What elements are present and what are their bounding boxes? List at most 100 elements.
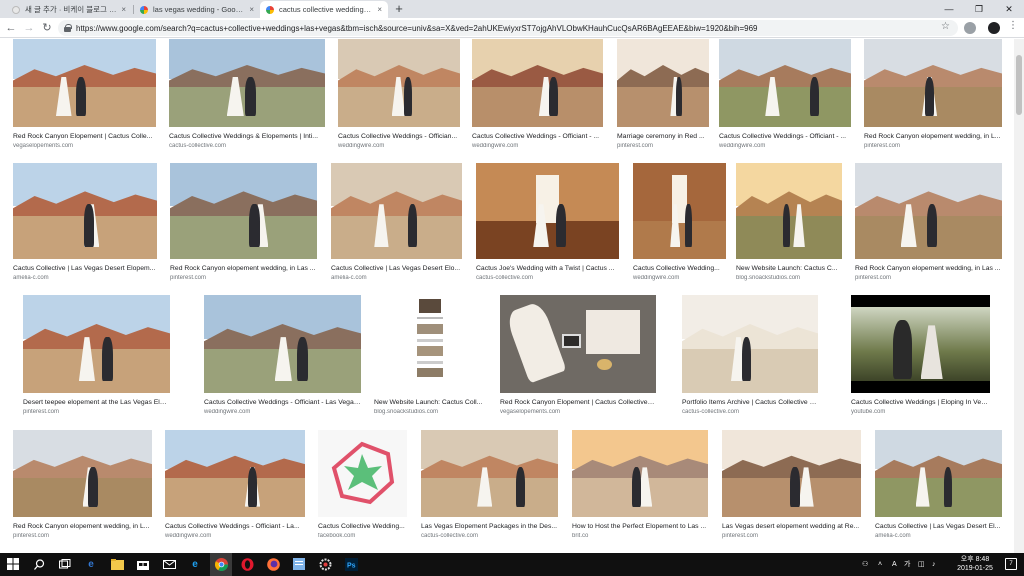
result-caption[interactable]: Las Vegas desert elopement wedding at Re… bbox=[722, 523, 861, 530]
settings-icon[interactable] bbox=[318, 557, 332, 571]
result-thumbnail[interactable] bbox=[13, 430, 152, 517]
result-caption[interactable]: Cactus Collective Weddings - Offician... bbox=[338, 133, 460, 140]
url-text[interactable]: https://www.google.com/search?q=cactus+c… bbox=[76, 24, 758, 33]
opera-icon[interactable] bbox=[240, 557, 254, 571]
close-tab-icon[interactable]: × bbox=[121, 5, 126, 14]
result-thumbnail[interactable] bbox=[617, 39, 709, 127]
result-caption[interactable]: Cactus Collective Weddings & Elopements … bbox=[169, 133, 325, 140]
scrollbar-thumb[interactable] bbox=[1016, 55, 1022, 115]
result-caption[interactable]: Cactus Collective Wedding... bbox=[633, 265, 726, 272]
close-window-button[interactable]: ✕ bbox=[994, 0, 1024, 18]
tray-lang-indicator[interactable]: A bbox=[892, 553, 897, 576]
tray-up-arrow-icon[interactable]: ˄ bbox=[878, 553, 882, 576]
image-result[interactable]: Cactus Collective Wedding... weddingwire.… bbox=[633, 163, 726, 281]
result-thumbnail[interactable] bbox=[23, 295, 170, 393]
image-result[interactable]: Cactus Collective Weddings | Eloping In … bbox=[851, 295, 990, 415]
image-result[interactable]: Red Rock Canyon Elopement | Cactus Colle… bbox=[500, 295, 656, 415]
chrome-icon[interactable] bbox=[214, 557, 228, 571]
result-caption[interactable]: Cactus Collective Weddings | Eloping In … bbox=[851, 399, 990, 406]
result-caption[interactable]: Cactus Collective | Las Vegas Desert Elo… bbox=[13, 265, 157, 272]
image-result[interactable]: Portfolio Items Archive | Cactus Collect… bbox=[682, 295, 818, 415]
result-caption[interactable]: Red Rock Canyon elopement wedding, in L.… bbox=[13, 523, 152, 530]
image-result[interactable]: New Website Launch: Cactus Coll... blog.s… bbox=[374, 295, 486, 415]
result-thumbnail[interactable] bbox=[851, 295, 990, 393]
image-result[interactable]: Red Rock Canyon Elopement | Cactus Colle… bbox=[13, 39, 156, 149]
result-caption[interactable]: New Website Launch: Cactus Coll... bbox=[374, 399, 486, 406]
result-caption[interactable]: Red Rock Canyon Elopement | Cactus Colle… bbox=[500, 399, 656, 406]
image-result[interactable]: Cactus Collective Weddings - Officiant -… bbox=[204, 295, 361, 415]
result-caption[interactable]: Cactus Collective Weddings - Officiant -… bbox=[204, 399, 361, 406]
task-view-icon[interactable] bbox=[58, 557, 72, 571]
image-result[interactable]: Red Rock Canyon elopement wedding, in L.… bbox=[13, 430, 152, 539]
result-caption[interactable]: Red Rock Canyon elopement wedding, in La… bbox=[170, 265, 317, 272]
image-result[interactable]: Cactus Collective Weddings - Officiant -… bbox=[472, 39, 603, 149]
result-caption[interactable]: Marriage ceremony in Red ... bbox=[617, 133, 709, 140]
result-caption[interactable]: Red Rock Canyon elopement wedding, in La… bbox=[855, 265, 1002, 272]
edge-icon[interactable]: e bbox=[84, 557, 98, 571]
file-explorer-icon[interactable] bbox=[110, 557, 124, 571]
result-thumbnail[interactable] bbox=[374, 295, 486, 393]
result-caption[interactable]: Cactus Collective Weddings - Officiant -… bbox=[719, 133, 851, 140]
result-thumbnail[interactable] bbox=[572, 430, 708, 517]
result-caption[interactable]: New Website Launch: Cactus C... bbox=[736, 265, 842, 272]
result-thumbnail[interactable] bbox=[722, 430, 861, 517]
result-thumbnail[interactable] bbox=[736, 163, 842, 259]
maximize-button[interactable]: ❐ bbox=[964, 0, 994, 18]
result-thumbnail[interactable] bbox=[875, 430, 1002, 517]
image-result[interactable]: Cactus Joe's Wedding with a Twist | Cact… bbox=[476, 163, 619, 281]
close-tab-icon[interactable]: × bbox=[249, 5, 254, 14]
result-thumbnail[interactable] bbox=[318, 430, 407, 517]
result-caption[interactable]: Red Rock Canyon elopement wedding, in L.… bbox=[864, 133, 1002, 140]
extension-icon[interactable] bbox=[964, 22, 976, 34]
image-result[interactable]: Cactus Collective Weddings - Offician...… bbox=[338, 39, 460, 149]
result-caption[interactable]: Cactus Collective | Las Vegas Desert El.… bbox=[875, 523, 1002, 530]
image-result[interactable]: New Website Launch: Cactus C... blog.snoa… bbox=[736, 163, 842, 281]
tray-ime-indicator[interactable]: 가 bbox=[904, 553, 910, 576]
result-thumbnail[interactable] bbox=[472, 39, 603, 127]
image-result[interactable]: Cactus Collective | Las Vegas Desert Elo… bbox=[331, 163, 462, 281]
image-result[interactable]: Red Rock Canyon elopement wedding, in La… bbox=[855, 163, 1002, 281]
result-caption[interactable]: Portfolio Items Archive | Cactus Collect… bbox=[682, 399, 818, 406]
image-result[interactable]: Desert teepee elopement at the Las Vegas… bbox=[23, 295, 170, 415]
system-clock[interactable]: 오후 8:48 2019-01-25 bbox=[950, 555, 1000, 573]
bookmark-star-icon[interactable]: ☆ bbox=[941, 21, 950, 32]
image-result[interactable]: Las Vegas desert elopement wedding at Re… bbox=[722, 430, 861, 539]
result-thumbnail[interactable] bbox=[476, 163, 619, 259]
image-result[interactable]: Cactus Collective | Las Vegas Desert Elo… bbox=[13, 163, 157, 281]
result-thumbnail[interactable] bbox=[421, 430, 558, 517]
image-result[interactable]: Cactus Collective | Las Vegas Desert El.… bbox=[875, 430, 1002, 539]
result-thumbnail[interactable] bbox=[13, 39, 156, 127]
ie-icon[interactable]: e bbox=[188, 557, 202, 571]
result-caption[interactable]: Cactus Joe's Wedding with a Twist | Cact… bbox=[476, 265, 619, 272]
search-icon[interactable] bbox=[32, 557, 46, 571]
store-icon[interactable] bbox=[136, 557, 150, 571]
windows-start-icon[interactable] bbox=[6, 557, 20, 571]
volume-icon[interactable]: ♪ bbox=[932, 553, 936, 576]
tab-las-vegas-wedding[interactable]: las vegas wedding - Google 검 × bbox=[134, 1, 260, 18]
image-result[interactable]: Cactus Collective Weddings & Elopements … bbox=[169, 39, 325, 149]
result-thumbnail[interactable] bbox=[165, 430, 305, 517]
new-tab-button[interactable]: + bbox=[392, 2, 406, 16]
result-caption[interactable]: Las Vegas Elopement Packages in the Des.… bbox=[421, 523, 558, 530]
result-caption[interactable]: Cactus Collective Weddings - Officiant -… bbox=[472, 133, 603, 140]
scrollbar[interactable] bbox=[1014, 39, 1024, 553]
address-bar[interactable]: https://www.google.com/search?q=cactus+c… bbox=[58, 20, 958, 36]
back-button[interactable]: ← bbox=[4, 21, 18, 35]
result-thumbnail[interactable] bbox=[719, 39, 851, 127]
result-caption[interactable]: How to Host the Perfect Elopement to Las… bbox=[572, 523, 708, 530]
notes-icon[interactable] bbox=[292, 557, 306, 571]
people-icon[interactable]: ⚇ bbox=[862, 553, 868, 576]
image-result[interactable]: Red Rock Canyon elopement wedding, in La… bbox=[170, 163, 317, 281]
result-thumbnail[interactable] bbox=[331, 163, 462, 259]
profile-avatar-icon[interactable] bbox=[988, 22, 1000, 34]
tab-blog[interactable]: 새 글 추가 · 비케이 블로그 — 워 × bbox=[6, 1, 132, 18]
firefox-icon[interactable] bbox=[266, 557, 280, 571]
result-caption[interactable]: Cactus Collective Wedding... bbox=[318, 523, 407, 530]
image-result[interactable]: How to Host the Perfect Elopement to Las… bbox=[572, 430, 708, 539]
image-result[interactable]: Cactus Collective Wedding... facebook.com bbox=[318, 430, 407, 539]
image-result[interactable]: Red Rock Canyon elopement wedding, in L.… bbox=[864, 39, 1002, 149]
tab-cactus-collective[interactable]: cactus collective weddings las v × bbox=[260, 1, 388, 18]
mail-icon[interactable] bbox=[162, 557, 176, 571]
forward-button[interactable]: → bbox=[22, 21, 36, 35]
result-caption[interactable]: Desert teepee elopement at the Las Vegas… bbox=[23, 399, 170, 406]
